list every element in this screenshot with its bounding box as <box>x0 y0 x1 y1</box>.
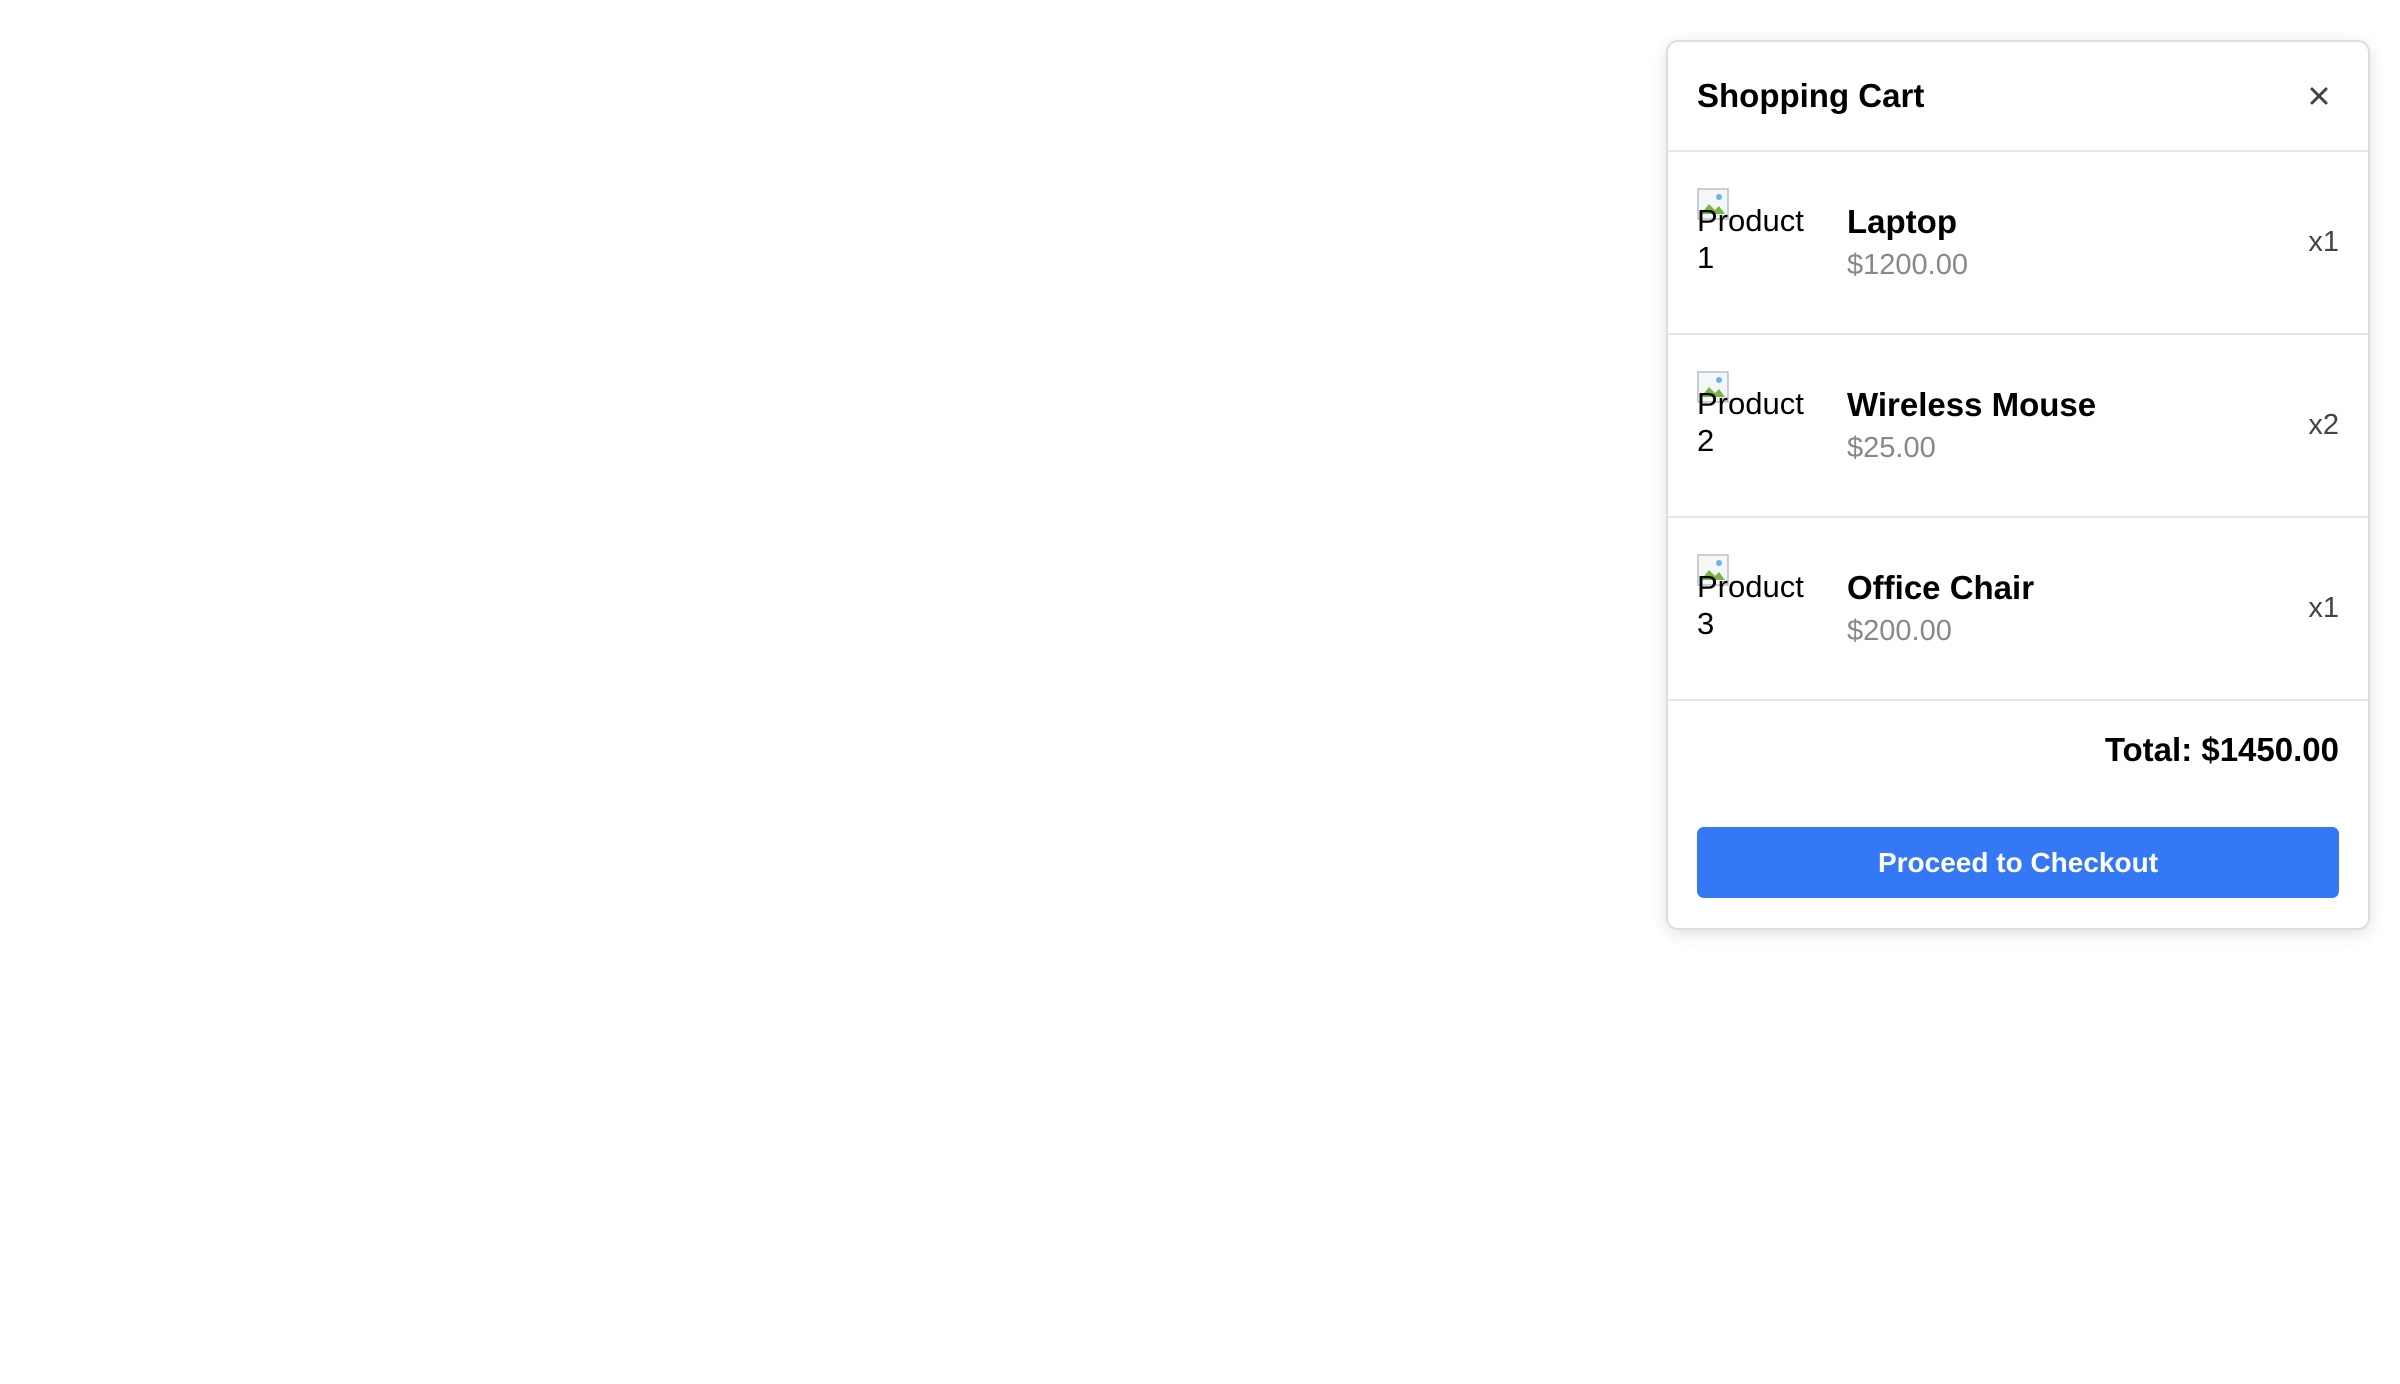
cart-title: Shopping Cart <box>1697 77 1925 114</box>
cart-item: Product 1 Laptop $1200.00 x1 <box>1668 152 2368 335</box>
close-icon <box>2310 87 2328 105</box>
cart-item: Product 2 Wireless Mouse $25.00 x2 <box>1668 335 2368 518</box>
checkout-button[interactable]: Proceed to Checkout <box>1697 827 2339 898</box>
item-info: Laptop $1200.00 <box>1847 203 2308 282</box>
product-image: Product 3 <box>1697 553 1817 664</box>
product-image-alt: Product 2 <box>1697 385 1804 458</box>
cart-item: Product 3 Office Chair $200.00 x1 <box>1668 518 2368 701</box>
item-info: Wireless Mouse $25.00 <box>1847 386 2308 465</box>
cart-total: Total: $1450.00 <box>2104 731 2339 768</box>
cart-header: Shopping Cart <box>1668 42 2368 152</box>
item-quantity: x1 <box>2308 592 2339 624</box>
product-image-alt: Product 1 <box>1697 202 1804 275</box>
product-image-alt: Product 3 <box>1697 568 1804 641</box>
item-name: Laptop <box>1847 203 1957 240</box>
shopping-cart-panel: Shopping Cart Product 1 Laptop $1200.00 … <box>1666 40 2370 930</box>
item-name: Office Chair <box>1847 569 2035 606</box>
item-price: $1200.00 <box>1847 249 1968 281</box>
item-price: $25.00 <box>1847 432 1936 464</box>
item-quantity: x1 <box>2308 226 2339 258</box>
product-image: Product 2 <box>1697 370 1817 481</box>
checkout-container: Proceed to Checkout <box>1668 797 2368 928</box>
product-image: Product 1 <box>1697 187 1817 298</box>
item-info: Office Chair $200.00 <box>1847 569 2308 648</box>
close-button[interactable] <box>2299 76 2339 116</box>
item-quantity: x2 <box>2308 409 2339 441</box>
item-name: Wireless Mouse <box>1847 386 2097 423</box>
item-price: $200.00 <box>1847 615 1952 647</box>
